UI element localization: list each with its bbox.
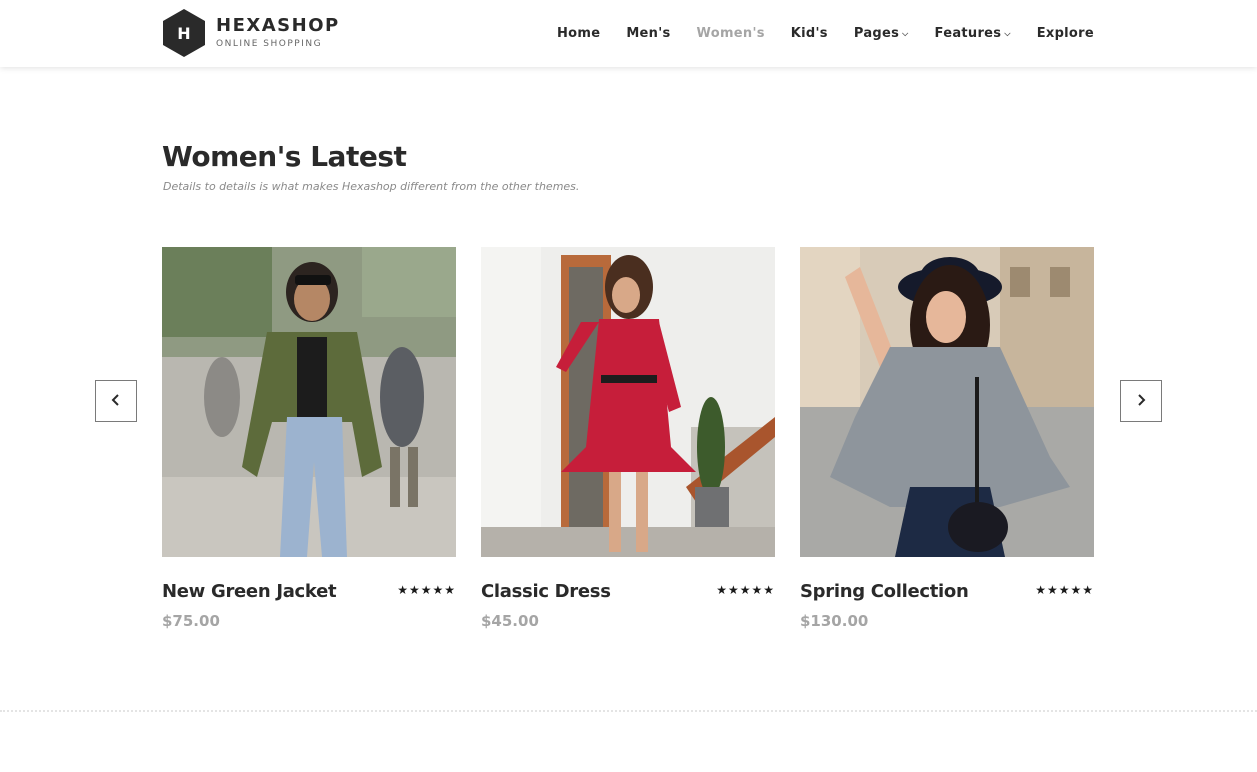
chevron-down-icon: ⌵	[902, 28, 909, 38]
product-name[interactable]: Classic Dress	[481, 581, 611, 602]
product-image-classic-dress[interactable]	[481, 247, 775, 557]
star-rating-icon: ★★★★★	[397, 583, 456, 597]
nav-item-home[interactable]: Home	[557, 26, 600, 41]
product-card[interactable]: Spring Collection ★★★★★ $130.00	[800, 247, 1094, 630]
product-name[interactable]: Spring Collection	[800, 581, 969, 602]
main-nav: Home Men's Women's Kid's Pages ⌵ Feature…	[531, 0, 1094, 67]
section-divider	[0, 710, 1257, 712]
nav-item-explore[interactable]: Explore	[1037, 26, 1094, 41]
nav-item-womens[interactable]: Women's	[697, 26, 765, 41]
nav-item-pages-label: Pages	[853, 26, 900, 41]
section-title: Women's Latest	[162, 140, 407, 173]
nav-item-kids[interactable]: Kid's	[791, 26, 828, 41]
brand-logo[interactable]: H HEXASHOP ONLINE SHOPPING	[162, 8, 340, 58]
section-subtitle: Details to details is what makes Hexasho…	[163, 180, 580, 193]
carousel-next-button[interactable]	[1120, 380, 1162, 422]
nav-item-pages[interactable]: Pages ⌵	[854, 26, 909, 41]
chevron-down-icon: ⌵	[1004, 28, 1011, 38]
brand-tagline: ONLINE SHOPPING	[216, 39, 323, 49]
product-card[interactable]: Classic Dress ★★★★★ $45.00	[481, 247, 775, 630]
product-price: $45.00	[481, 612, 539, 630]
carousel-prev-button[interactable]	[95, 380, 137, 422]
chevron-left-icon	[110, 392, 122, 411]
product-image-spring-collection[interactable]	[800, 247, 1094, 557]
star-rating-icon: ★★★★★	[716, 583, 775, 597]
hexagon-logo-icon: H	[162, 8, 206, 58]
brand-name: HEXASHOP	[216, 15, 340, 36]
product-card[interactable]: New Green Jacket ★★★★★ $75.00	[162, 247, 456, 630]
logo-letter: H	[177, 23, 191, 43]
product-price: $130.00	[800, 612, 869, 630]
nav-item-mens[interactable]: Men's	[626, 26, 670, 41]
chevron-right-icon	[1135, 392, 1147, 411]
nav-item-features-label: Features	[934, 26, 1002, 41]
product-name[interactable]: New Green Jacket	[162, 581, 337, 602]
star-rating-icon: ★★★★★	[1035, 583, 1094, 597]
site-header: H HEXASHOP ONLINE SHOPPING Home Men's Wo…	[0, 0, 1257, 67]
product-price: $75.00	[162, 612, 220, 630]
nav-item-features[interactable]: Features ⌵	[935, 26, 1011, 41]
product-image-green-jacket[interactable]	[162, 247, 456, 557]
